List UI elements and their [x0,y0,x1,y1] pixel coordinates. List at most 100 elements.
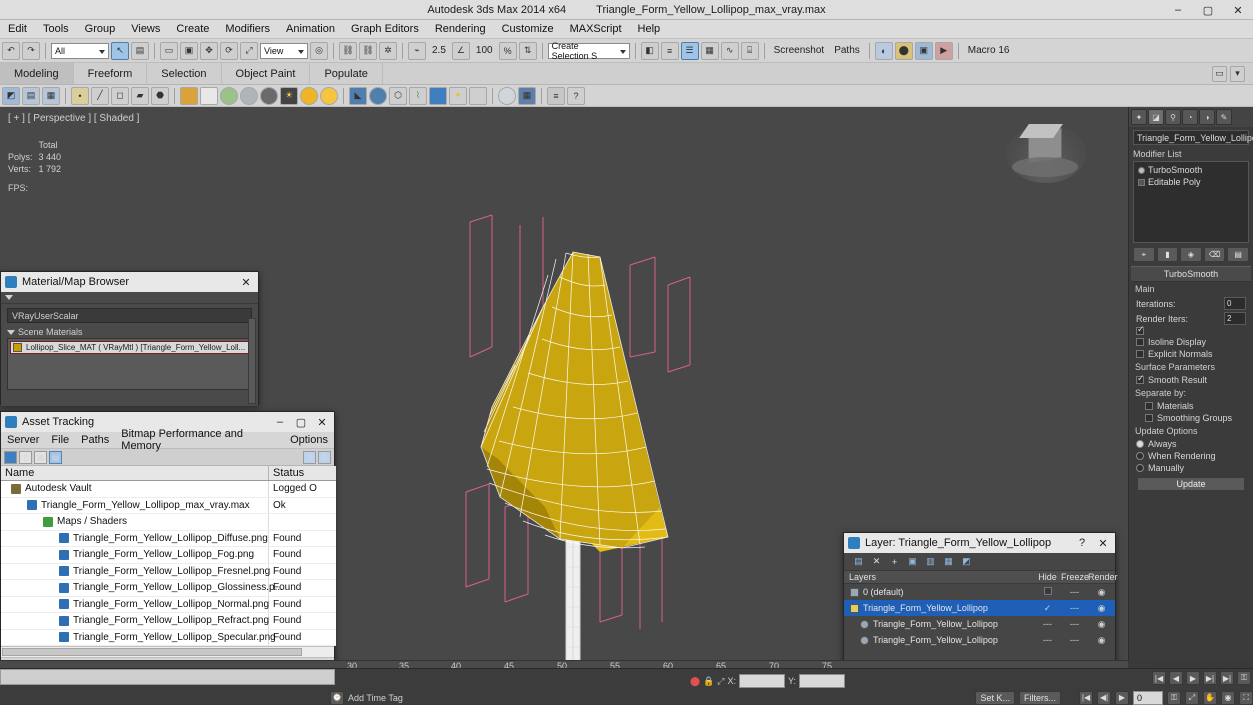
vray-sphere-icon[interactable] [369,87,387,105]
material-slot-white-icon[interactable] [200,87,218,105]
smooth-result-checkbox[interactable] [1136,376,1144,384]
ribbon-display-mode-icon[interactable]: ▭ [1212,66,1227,82]
light-omni-icon[interactable]: ☀ [280,87,298,105]
object-render-toggle[interactable]: ◉ [1088,619,1115,630]
table-row[interactable]: Triangle_Form_Yellow_Lollipop_Specular.p… [1,630,336,647]
ribbon-chevron-down-icon[interactable]: ▾ [1230,66,1245,82]
materials-row[interactable]: Materials [1131,400,1251,412]
tab-create[interactable]: ✦ [1131,109,1147,125]
hide-unhide-layer-icon[interactable]: ◩ [960,555,973,568]
window-crossing-icon[interactable]: ▣ [180,42,198,60]
isoline-display-checkbox[interactable] [1136,338,1144,346]
subobject-edge-icon[interactable]: ╱ [91,87,109,105]
layer-object-row[interactable]: Triangle_Form_Yellow_Lollipop --- --- ◉ [844,632,1115,648]
pan-view-icon[interactable]: ✋ [1203,691,1217,705]
menu-item-group[interactable]: Group [77,21,124,37]
layer-manager-window[interactable]: Layer: Triangle_Form_Yellow_Lollipop ? ✕… [843,532,1116,678]
select-and-scale-icon[interactable]: ⤢ [240,42,258,60]
x-field[interactable] [739,674,785,688]
vray-mesh-icon[interactable]: ✦ [449,87,467,105]
isoline-display-row[interactable]: Isoline Display [1131,336,1251,348]
undo-icon[interactable]: ↶ [2,42,20,60]
turbosmooth-rollout-title[interactable]: TurboSmooth [1131,266,1251,282]
table-row[interactable]: Triangle_Form_Yellow_Lollipop_Fog.png Fo… [1,547,336,564]
object-hide-toggle[interactable]: --- [1034,619,1061,629]
tab-utilities[interactable]: ✎ [1216,109,1232,125]
tab-freeform[interactable]: Freeform [74,63,148,84]
manually-radio[interactable] [1136,464,1144,472]
highlight-selected-objects-icon[interactable]: ▦ [942,555,955,568]
play-bottom-icon[interactable]: ▶ [1115,691,1129,705]
layer-column-render[interactable]: Render [1088,572,1115,582]
vray-plane-icon[interactable]: ◣ [349,87,367,105]
layer-render-toggle[interactable]: ◉ [1088,587,1115,598]
table-row[interactable]: Triangle_Form_Yellow_Lollipop_Glossiness… [1,580,336,597]
menu-item-animation[interactable]: Animation [278,21,343,37]
vray-fur-icon[interactable]: ⌇ [409,87,427,105]
table-row[interactable]: Triangle_Form_Yellow_Lollipop_Refract.pn… [1,613,336,630]
asset-table[interactable]: Name Status Autodesk Vault Logged O Tria… [1,466,336,646]
menu-item-rendering[interactable]: Rendering [427,21,494,37]
layer-freeze-toggle[interactable]: --- [1061,587,1088,597]
select-objects-in-layer-icon[interactable]: ▣ [906,555,919,568]
remove-modifier-icon[interactable]: ⌫ [1204,247,1226,262]
subobject-vertex-icon[interactable]: • [71,87,89,105]
asset-tracking-maximize-button[interactable]: ▢ [293,414,309,430]
subobject-element-icon[interactable]: ⬣ [151,87,169,105]
object-freeze-toggle[interactable]: --- [1061,619,1088,629]
subobject-border-icon[interactable]: ◻ [111,87,129,105]
material-browser-search-input[interactable]: VRayUserScalar [7,308,252,323]
maximize-button[interactable]: ▢ [1193,0,1223,20]
material-list-item[interactable]: Lollipop_Slice_MAT ( VRayMtl ) [Triangle… [10,341,249,354]
reference-coordinate-system-combo[interactable]: View [260,43,308,59]
spinner-snap-toggle-icon[interactable]: ⇅ [519,42,537,60]
geometry-all-icon[interactable]: ▦ [42,87,60,105]
layer-window-help-button[interactable]: ? [1074,535,1090,551]
material-map-browser-window[interactable]: Material/Map Browser ✕ VRayUserScalar Sc… [0,271,259,405]
smoothing-groups-checkbox[interactable] [1145,414,1153,422]
show-end-result-icon[interactable]: ▮ [1157,247,1179,262]
select-object-icon[interactable]: ↖ [111,42,129,60]
play-animation-icon[interactable]: ▶ [1186,671,1200,685]
script-icon[interactable]: ≡ [547,87,565,105]
table-row[interactable]: Triangle_Form_Yellow_Lollipop_max_vray.m… [1,498,336,515]
layer-row[interactable]: 0 (default) --- ◉ [844,584,1115,600]
add-time-tag-icon[interactable]: ⌚ [330,691,344,705]
asset-table-horizontal-scrollbar[interactable] [1,646,334,657]
always-radio[interactable] [1136,440,1144,448]
asset-menu-bitmap-performance[interactable]: Bitmap Performance and Memory [115,427,284,453]
material-editor-icon[interactable]: ◐ [875,42,893,60]
menu-item-customize[interactable]: Customize [494,21,562,37]
schematic-view-icon[interactable]: ⌸ [741,42,759,60]
asset-menu-options[interactable]: Options [284,433,334,447]
close-button[interactable]: ✕ [1223,0,1253,20]
previous-frame-icon[interactable]: ◀ [1169,671,1183,685]
polygon-modeling-icon[interactable]: ◩ [2,87,20,105]
screenshot-label[interactable]: Screenshot [770,45,829,56]
y-field[interactable] [799,674,845,688]
menu-item-graph-editors[interactable]: Graph Editors [343,21,427,37]
make-unique-icon[interactable]: ◈ [1180,247,1202,262]
material-slot-green-icon[interactable] [220,87,238,105]
explicit-normals-checkbox[interactable] [1136,350,1144,358]
table-row[interactable]: Triangle_Form_Yellow_Lollipop_Normal.png… [1,597,336,614]
smoothing-groups-row[interactable]: Smoothing Groups [1131,412,1251,424]
subobject-polygon-icon[interactable]: ▰ [131,87,149,105]
render-grid-icon[interactable]: ▦ [518,87,536,105]
mirror-icon[interactable]: ◧ [641,42,659,60]
layer-column-layers[interactable]: Layers [844,572,1034,582]
scene-materials-group-label[interactable]: Scene Materials [1,325,258,338]
vray-light-icon[interactable] [429,87,447,105]
render-setup-icon[interactable]: ⬤ [895,42,913,60]
angle-snap-toggle-icon[interactable]: ∠ [452,42,470,60]
key-mode-toggle-icon[interactable]: ⚿ [1237,671,1251,685]
materials-checkbox[interactable] [1145,402,1153,410]
vray-proxy-icon[interactable]: ⬡ [389,87,407,105]
create-new-layer-icon[interactable]: ▤ [852,555,865,568]
percent-snap-toggle-icon[interactable]: % [499,42,517,60]
object-hide-toggle[interactable]: --- [1034,635,1061,645]
menu-item-maxscript[interactable]: MAXScript [562,21,630,37]
grid-view-icon[interactable]: ▦ [34,451,47,464]
go-to-start-bottom-icon[interactable]: |◀ [1079,691,1093,705]
manually-row[interactable]: Manually [1131,462,1251,474]
